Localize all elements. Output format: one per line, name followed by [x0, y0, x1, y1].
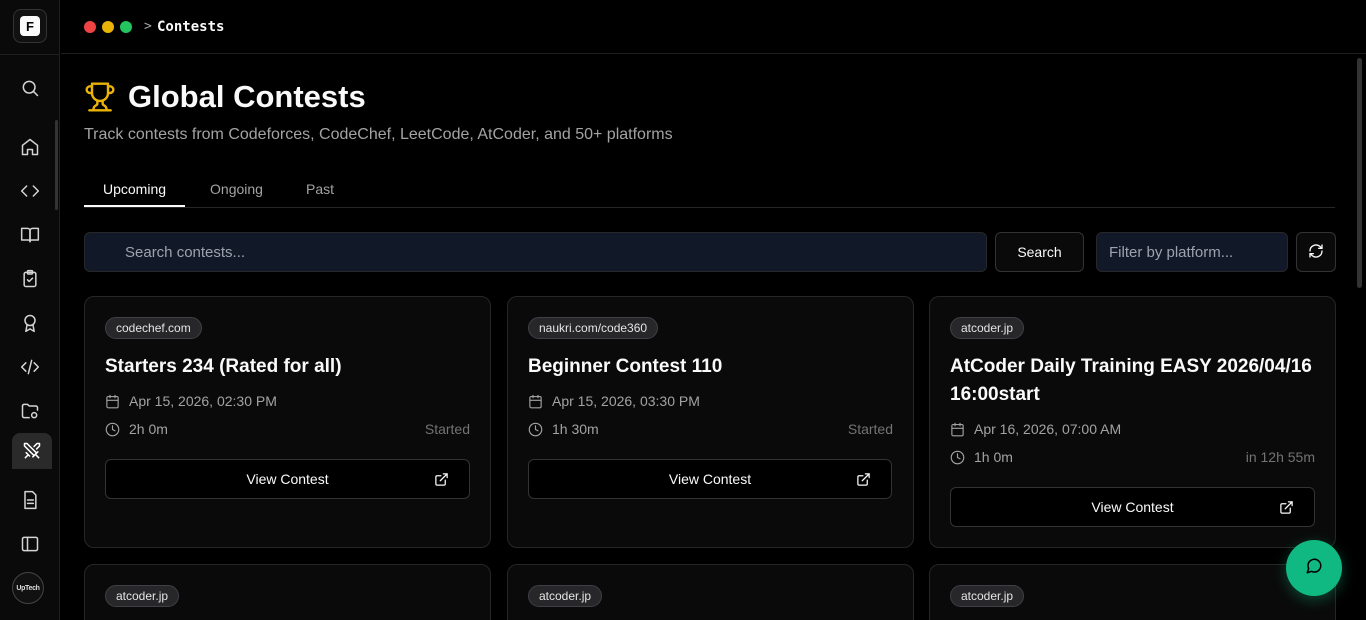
- contest-duration: 2h 0m: [105, 421, 168, 437]
- code-brackets-icon[interactable]: [18, 179, 42, 203]
- contest-date: Apr 15, 2026, 02:30 PM: [105, 393, 277, 409]
- logo-mark: F: [20, 16, 40, 36]
- platform-badge: naukri.com/code360: [528, 317, 659, 339]
- view-contest-button[interactable]: View Contest: [950, 487, 1315, 527]
- avatar[interactable]: UpTech: [12, 572, 44, 604]
- contest-card: atcoder.jp: [929, 564, 1336, 620]
- contest-card: atcoder.jp AtCoder Daily Training EASY 2…: [929, 296, 1336, 548]
- contest-title: AtCoder Daily Training EASY 2026/04/16 1…: [950, 356, 1312, 405]
- contest-card: codechef.com Starters 234 (Rated for all…: [84, 296, 491, 548]
- award-icon[interactable]: [18, 311, 42, 335]
- contest-title: Starters 234 (Rated for all): [105, 356, 342, 377]
- contest-date-text: Apr 15, 2026, 03:30 PM: [552, 393, 700, 409]
- platform-filter-input[interactable]: [1097, 233, 1287, 271]
- calendar-icon: [951, 422, 964, 436]
- platform-badge: atcoder.jp: [950, 317, 1025, 339]
- window-minimize-dot: [102, 21, 114, 33]
- tab-upcoming[interactable]: Upcoming: [84, 172, 185, 207]
- platform-badge: atcoder.jp: [528, 585, 603, 607]
- chat-button[interactable]: [1286, 540, 1342, 596]
- file-text-icon[interactable]: [18, 488, 42, 512]
- external-link-icon: [434, 472, 449, 487]
- tab-past[interactable]: Past: [289, 172, 351, 208]
- view-contest-label: View Contest: [1091, 499, 1174, 515]
- refresh-button[interactable]: [1296, 232, 1336, 272]
- code-slash-icon[interactable]: [18, 355, 42, 379]
- app-logo[interactable]: F: [13, 9, 47, 43]
- message-circle-icon: [1305, 557, 1323, 580]
- contest-card: atcoder.jp: [84, 564, 491, 620]
- contest-duration-text: 1h 30m: [552, 421, 599, 437]
- panel-left-icon[interactable]: [18, 532, 42, 556]
- platform-badge: atcoder.jp: [105, 585, 180, 607]
- folder-cog-icon[interactable]: [18, 399, 42, 423]
- contest-title: Beginner Contest 110: [528, 356, 723, 377]
- clock-icon: [105, 422, 120, 436]
- view-contest-label: View Contest: [668, 471, 752, 487]
- contest-status: Started: [424, 421, 470, 437]
- calendar-icon: [529, 394, 542, 408]
- view-contest-button[interactable]: View Contest: [105, 459, 470, 499]
- page-subtitle: Track contests from Codeforces, CodeChef…: [84, 126, 673, 143]
- external-link-icon: [856, 472, 871, 487]
- topbar: > Contests: [61, 0, 1366, 54]
- clipboard-check-icon[interactable]: [18, 267, 42, 291]
- window-close-dot: [84, 21, 96, 33]
- page-title: Global Contests: [128, 79, 366, 114]
- contest-tabs: Upcoming Ongoing Past: [84, 172, 1335, 208]
- external-link-icon: [1279, 500, 1294, 515]
- contest-duration-text: 1h 0m: [974, 449, 1013, 465]
- contest-date: Apr 15, 2026, 03:30 PM: [528, 393, 700, 409]
- sidebar: F UpTech: [0, 0, 60, 620]
- contest-status: Started: [847, 421, 893, 437]
- tab-ongoing[interactable]: Ongoing: [197, 172, 276, 208]
- book-icon[interactable]: [18, 223, 42, 247]
- search-icon[interactable]: [18, 76, 42, 100]
- breadcrumb: Contests: [157, 19, 225, 35]
- clock-icon: [528, 422, 543, 436]
- refresh-icon: [1308, 243, 1324, 262]
- sidebar-divider: [0, 54, 60, 55]
- platform-badge: atcoder.jp: [950, 585, 1025, 607]
- window-maximize-dot: [120, 21, 132, 33]
- swords-icon[interactable]: [12, 433, 52, 469]
- contest-card: atcoder.jp: [507, 564, 914, 620]
- contest-card: naukri.com/code360 Beginner Contest 110 …: [507, 296, 914, 548]
- view-contest-label: View Contest: [246, 471, 329, 487]
- main-scrollbar[interactable]: [1357, 58, 1362, 288]
- contest-status: in 12h 55m: [1245, 449, 1315, 465]
- sidebar-scrollbar[interactable]: [55, 120, 58, 210]
- contest-date-text: Apr 15, 2026, 02:30 PM: [129, 393, 277, 409]
- search-input[interactable]: [85, 233, 986, 271]
- contest-duration: 1h 30m: [528, 421, 599, 437]
- contest-date-text: Apr 16, 2026, 07:00 AM: [974, 421, 1122, 437]
- contest-duration: 1h 0m: [950, 449, 1013, 465]
- home-icon[interactable]: [18, 135, 42, 159]
- platform-badge: codechef.com: [105, 317, 202, 339]
- search-field: [84, 232, 987, 272]
- view-contest-button[interactable]: View Contest: [528, 459, 892, 499]
- breadcrumb-separator: >: [144, 19, 152, 34]
- clock-icon: [950, 450, 965, 464]
- contest-duration-text: 2h 0m: [129, 421, 168, 437]
- calendar-icon: [106, 394, 119, 408]
- platform-filter-field: [1096, 232, 1288, 272]
- trophy-icon: [84, 81, 116, 113]
- search-button[interactable]: Search: [995, 232, 1084, 272]
- contest-date: Apr 16, 2026, 07:00 AM: [950, 421, 1121, 437]
